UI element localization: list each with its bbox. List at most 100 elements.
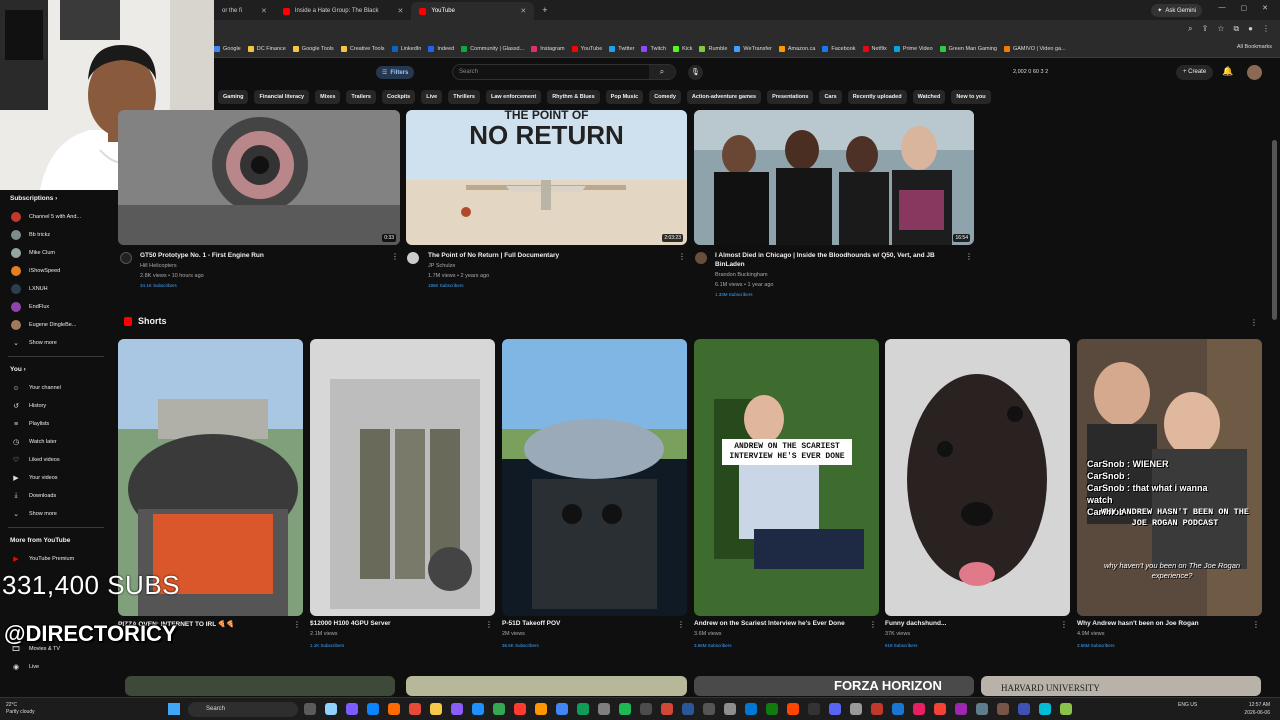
ask-gemini-button[interactable]: ✦ Ask Gemini [1151, 4, 1202, 17]
channel-name[interactable]: JP Schulze [428, 261, 489, 271]
category-chip[interactable]: Thrillers [448, 90, 480, 104]
taskbar-app-icon[interactable] [1018, 703, 1030, 715]
video-thumbnail[interactable]: 0:33 [118, 110, 400, 245]
sidebar-item[interactable]: ⤓ Downloads [0, 487, 112, 505]
taskbar-app-icon[interactable] [619, 703, 631, 715]
taskbar-app-icon[interactable] [346, 703, 358, 715]
sidebar-subscription[interactable]: LXNUH [0, 280, 112, 298]
bookmark-item[interactable]: Creative Tools [340, 45, 385, 52]
more-options-icon[interactable]: ⋮ [869, 620, 877, 629]
bookmark-item[interactable]: Twitch [641, 45, 666, 52]
short-title[interactable]: Why Andrew hasn't been on Joe Rogan [1077, 620, 1199, 627]
taskbar-app-icon[interactable] [409, 703, 421, 715]
bookmark-item[interactable]: Green Man Gaming [939, 45, 997, 52]
channel-name[interactable]: Brandon Buckingham [715, 270, 773, 280]
channel-avatar[interactable] [407, 252, 419, 264]
more-options-icon[interactable]: ⋮ [485, 620, 493, 629]
category-chip[interactable]: Comedy [649, 90, 681, 104]
taskbar-app-icon[interactable] [598, 703, 610, 715]
tab-previous[interactable]: or the fi ✕ [214, 2, 275, 20]
video-title-line-2[interactable]: BinLaden [715, 261, 745, 268]
category-chip[interactable]: Presentations [767, 90, 814, 104]
short-title[interactable]: P-51D Takeoff POV [502, 620, 560, 627]
sidebar-item[interactable]: ♡ Liked videos [0, 451, 112, 469]
taskbar-app-icon[interactable] [367, 703, 379, 715]
short-thumbnail[interactable] [885, 339, 1070, 616]
taskbar-app-icon[interactable] [892, 703, 904, 715]
category-chip[interactable]: Pop Music [605, 90, 644, 104]
bookmark-item[interactable]: Community | Glassd... [461, 45, 524, 52]
bookmark-item[interactable]: Google [214, 45, 241, 52]
taskbar-app-icon[interactable] [1039, 703, 1051, 715]
category-chip[interactable]: New to you [951, 90, 991, 104]
category-chip[interactable]: Cars [819, 90, 842, 104]
bookmark-item[interactable]: Twitter [609, 45, 634, 52]
short-thumbnail[interactable] [502, 339, 687, 616]
sidebar-subscription[interactable]: Eugene DingleBe... [0, 316, 112, 334]
more-options-icon[interactable]: ⋮ [1250, 318, 1258, 327]
taskbar-app-icon[interactable] [388, 703, 400, 715]
bookmark-item[interactable]: Facebook [822, 45, 856, 52]
taskbar-app-icon[interactable] [577, 703, 589, 715]
language-indicator[interactable]: ENG US [1178, 702, 1197, 709]
bookmark-item[interactable]: Indeed [428, 45, 454, 52]
bookmark-item[interactable]: Kick [673, 45, 692, 52]
close-window-icon[interactable]: ✕ [1262, 4, 1268, 12]
taskbar-app-icon[interactable] [724, 703, 736, 715]
sidebar-subscription[interactable]: Channel 5 with And... [0, 208, 112, 226]
zoom-icon[interactable]: ⌕ [1188, 24, 1192, 34]
short-title[interactable]: $12000 H100 4GPU Server [310, 620, 391, 627]
sidebar-item[interactable]: ↺ History [0, 397, 112, 415]
sidebar-you-header[interactable]: You › [0, 361, 112, 379]
more-options-icon[interactable]: ⋮ [293, 620, 301, 629]
bookmark-item[interactable]: LinkedIn [391, 45, 421, 52]
tab-youtube[interactable]: YouTube ✕ [411, 2, 535, 20]
category-chip[interactable]: Financial literacy [254, 90, 310, 104]
sidebar-item[interactable]: ≡ Playlists [0, 415, 112, 433]
notifications-bell-icon[interactable]: 🔔 [1222, 66, 1233, 77]
video-thumbnail[interactable]: HARVARD UNIVERSITY [981, 676, 1261, 696]
sidebar-subscription[interactable]: IShowSpeed [0, 262, 112, 280]
bookmark-item[interactable]: DC Finance [247, 45, 286, 52]
star-icon[interactable]: ☆ [1217, 24, 1224, 34]
sidebar-subscriptions-header[interactable]: Subscriptions › [0, 190, 112, 208]
bookmark-item[interactable]: Instagram [531, 45, 565, 52]
bookmark-item[interactable]: YouTube [571, 45, 602, 52]
sidebar-item-youtube-premium[interactable]: ▶ YouTube Premium [0, 550, 112, 568]
create-button[interactable]: + Create [1176, 65, 1214, 80]
short-thumbnail[interactable]: CarSnob : WIENER CarSnob : CarSnob : that … [1077, 339, 1262, 616]
category-chip[interactable]: Mixes [315, 90, 341, 104]
sidebar-item-live[interactable]: ◉ Live [0, 658, 112, 676]
new-tab-button[interactable]: + [534, 5, 555, 15]
taskbar-app-icon[interactable] [325, 703, 337, 715]
share-icon[interactable]: ⇪ [1202, 24, 1209, 34]
short-thumbnail[interactable] [310, 339, 495, 616]
sidebar-item[interactable]: ▶ Your videos [0, 469, 112, 487]
show-more-button[interactable]: ⌄ Show more [0, 334, 112, 352]
taskbar-app-icon[interactable] [808, 703, 820, 715]
taskbar-app-icon[interactable] [514, 703, 526, 715]
taskbar-app-icon[interactable] [745, 703, 757, 715]
category-chip[interactable]: Recently uploaded [847, 90, 907, 104]
taskbar-app-icon[interactable] [934, 703, 946, 715]
sidebar-subscription[interactable]: EndFlux [0, 298, 112, 316]
close-icon[interactable]: ✕ [520, 7, 526, 15]
profile-icon[interactable]: ● [1248, 24, 1253, 34]
search-input[interactable]: Search ⌕ [452, 64, 676, 80]
category-chip[interactable]: Trailers [346, 90, 376, 104]
more-options-icon[interactable]: ⋮ [677, 620, 685, 629]
close-icon[interactable]: ✕ [261, 7, 267, 15]
category-chip[interactable]: Cockpits [382, 90, 416, 104]
more-options-icon[interactable]: ⋮ [1060, 620, 1068, 629]
taskbar-app-icon[interactable] [430, 703, 442, 715]
short-thumbnail[interactable]: ANDREW ON THE SCARIEST INTERVIEW HE'S EV… [694, 339, 879, 616]
weather-widget[interactable]: 22°C Partly cloudy [6, 702, 35, 716]
microphone-icon[interactable]: 🎙 [688, 65, 703, 80]
bookmark-item[interactable]: Prime Video [893, 45, 933, 52]
taskbar-app-icon[interactable] [787, 703, 799, 715]
tab-hate-group[interactable]: Inside a Hate Group: The Black ✕ [275, 2, 411, 20]
short-title[interactable]: Funny dachshund... [885, 620, 946, 627]
bookmark-item[interactable]: Rumble [699, 45, 727, 52]
video-thumbnail[interactable]: FORZA HORIZON [694, 676, 974, 696]
taskbar-app-icon[interactable] [304, 703, 316, 715]
